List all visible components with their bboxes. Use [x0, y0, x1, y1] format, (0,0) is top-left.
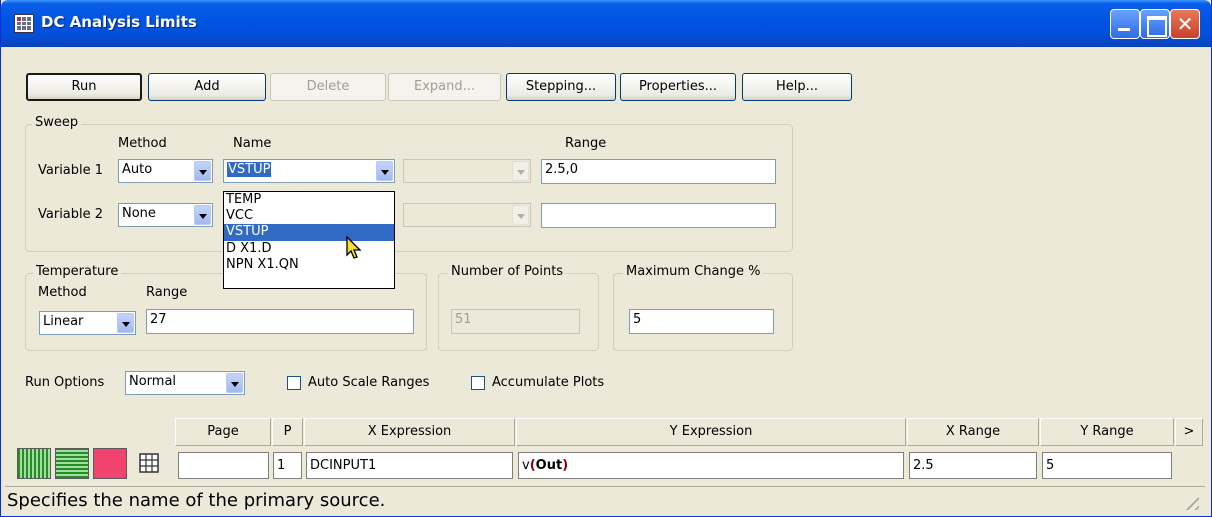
variable2-secondary-select[interactable] [403, 203, 531, 227]
chevron-down-icon[interactable] [376, 161, 393, 181]
accumulate-plots-checkbox[interactable] [471, 376, 485, 390]
close-button[interactable]: ✕ [1170, 9, 1200, 39]
variable1-name-value: VSTUP [227, 162, 272, 177]
name-header: Name [233, 136, 272, 151]
run-options-value: Normal [129, 374, 177, 389]
accumulate-plots-label: Accumulate Plots [492, 375, 605, 390]
x-expression-column-header[interactable]: X Expression [304, 418, 515, 446]
variable1-secondary-select[interactable] [403, 159, 531, 183]
sweep-legend: Sweep [32, 115, 82, 130]
run-options-label: Run Options [25, 375, 105, 390]
temperature-method-value: Linear [43, 314, 84, 329]
y-range-column-header[interactable]: Y Range [1040, 418, 1174, 446]
temperature-range-label: Range [146, 285, 188, 300]
run-options-select[interactable]: Normal [125, 371, 245, 395]
chevron-down-icon[interactable] [117, 313, 134, 333]
method-header: Method [118, 136, 167, 151]
app-icon [14, 14, 34, 33]
minimize-button[interactable] [1110, 9, 1140, 39]
dropdown-option[interactable]: TEMP [224, 192, 394, 208]
plot-line-style-icon[interactable] [17, 448, 51, 479]
chevron-down-icon [512, 161, 529, 181]
variable1-name-dropdown-list: TEMP VCC VSTUP D X1.D NPN X1.QN [223, 191, 395, 289]
expand-button[interactable]: Expand... [388, 73, 501, 101]
y-expression-column-header[interactable]: Y Expression [516, 418, 906, 446]
temperature-method-select[interactable]: Linear [39, 311, 136, 335]
dropdown-option-highlighted[interactable]: VSTUP [224, 224, 394, 241]
stepping-button[interactable]: Stepping... [506, 73, 616, 101]
chevron-down-icon[interactable] [194, 161, 211, 181]
maximum-change-input[interactable]: 5 [629, 309, 774, 334]
variable1-label: Variable 1 [38, 163, 104, 178]
x-range-column-header[interactable]: X Range [907, 418, 1039, 446]
p-cell[interactable]: 1 [273, 452, 302, 479]
window-title: DC Analysis Limits [41, 13, 197, 31]
y-expression-cell[interactable]: v(Out) [518, 452, 904, 479]
page-column-header[interactable]: Page [175, 418, 271, 446]
number-of-points-legend: Number of Points [448, 264, 567, 279]
help-button[interactable]: Help... [742, 73, 852, 101]
y-expression-close-paren: ) [562, 458, 569, 473]
variable1-range-input[interactable]: 2.5,0 [541, 159, 776, 184]
chevron-down-icon[interactable] [226, 373, 243, 393]
variable1-method-select[interactable]: Auto [118, 159, 213, 183]
dropdown-option[interactable]: VCC [224, 208, 394, 224]
more-columns-button[interactable]: > [1175, 418, 1203, 446]
variable2-method-value: None [122, 206, 156, 221]
variable2-label: Variable 2 [38, 207, 104, 222]
page-cell[interactable] [178, 452, 269, 479]
auto-scale-checkbox[interactable] [287, 376, 301, 390]
maximum-change-legend: Maximum Change % [623, 264, 764, 279]
add-button[interactable]: Add [148, 73, 266, 101]
temperature-legend: Temperature [33, 264, 122, 279]
properties-button[interactable]: Properties... [620, 73, 736, 101]
variable1-method-value: Auto [122, 162, 153, 177]
chevron-down-icon [512, 205, 529, 225]
y-range-cell[interactable]: 5 [1042, 452, 1172, 479]
auto-scale-label: Auto Scale Ranges [308, 375, 430, 390]
range-header: Range [565, 136, 607, 151]
variable2-method-select[interactable]: None [118, 203, 213, 227]
temperature-method-label: Method [38, 285, 87, 300]
variable1-name-select[interactable]: VSTUP [223, 159, 395, 183]
status-text: Specifies the name of the primary source… [7, 490, 386, 511]
title-bar[interactable]: DC Analysis Limits ✕ [1, 0, 1211, 47]
p-column-header[interactable]: P [272, 418, 303, 446]
temperature-range-input[interactable]: 27 [146, 309, 414, 334]
mouse-pointer-icon [346, 236, 362, 259]
x-range-cell[interactable]: 2.5 [909, 452, 1037, 479]
plot-table-icon[interactable] [132, 448, 166, 479]
dc-analysis-limits-window: DC Analysis Limits ✕ Run Add Delete Expa… [0, 0, 1212, 517]
resize-grip-icon[interactable] [1181, 492, 1199, 510]
number-of-points-input[interactable]: 51 [451, 309, 580, 334]
delete-button[interactable]: Delete [270, 73, 386, 101]
x-expression-cell[interactable]: DCINPUT1 [306, 452, 513, 479]
plot-grid-style-icon[interactable] [55, 448, 89, 479]
dropdown-option[interactable]: NPN X1.QN [224, 257, 394, 273]
variable2-range-input[interactable] [541, 203, 776, 228]
status-bar: Specifies the name of the primary source… [5, 486, 1205, 514]
y-expression-func: v [522, 458, 530, 473]
y-expression-arg: Out [535, 458, 563, 473]
run-button[interactable]: Run [26, 73, 142, 101]
chevron-down-icon[interactable] [194, 205, 211, 225]
maximize-button[interactable] [1140, 9, 1170, 39]
dropdown-option[interactable]: D X1.D [224, 241, 394, 257]
plot-color-swatch[interactable] [93, 448, 127, 479]
